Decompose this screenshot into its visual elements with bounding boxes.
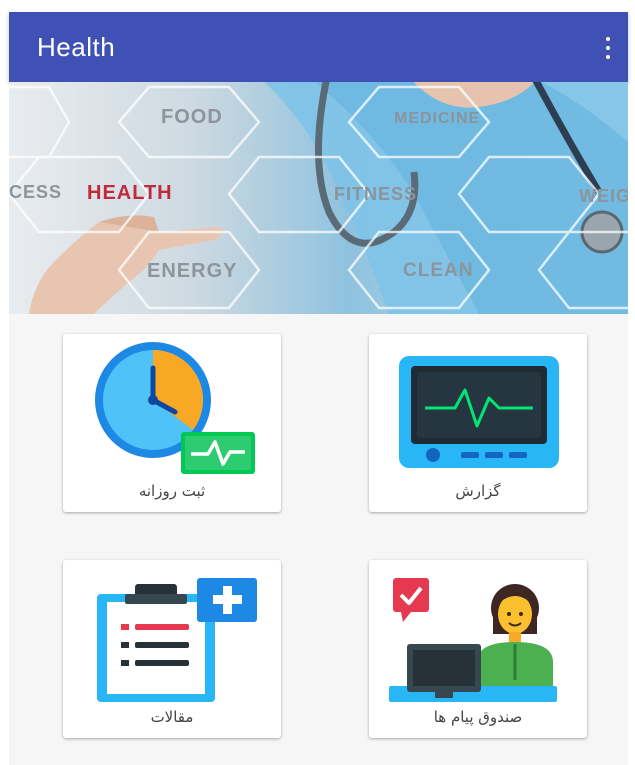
app-title: Health	[37, 32, 116, 62]
inbox-label: صندوق پیام ها	[433, 708, 523, 726]
menu-grid: ثبت روزانه گزارش مقالات صندوق پیام ها	[9, 314, 628, 765]
report-label: گزارش	[455, 482, 501, 500]
daily-log-label: ثبت روزانه	[138, 482, 206, 500]
articles-card[interactable]: مقالات	[63, 560, 281, 738]
app-bar: Health	[9, 12, 628, 82]
banner-word-fitness: FITNESS	[334, 184, 418, 204]
report-card[interactable]: گزارش	[369, 334, 587, 512]
banner-word-clean: CLEAN	[403, 260, 474, 281]
banner-word-food: FOOD	[161, 106, 223, 128]
articles-label: مقالات	[150, 708, 194, 726]
banner-word-weight: WEIG	[579, 186, 628, 206]
banner-word-energy: ENERGY	[147, 260, 238, 282]
banner-word-medicine: MEDICINE	[394, 110, 481, 127]
overflow-menu-icon[interactable]	[602, 36, 614, 60]
daily-log-card[interactable]: ثبت روزانه	[63, 334, 281, 512]
inbox-card[interactable]: صندوق پیام ها	[369, 560, 587, 738]
banner-word-health: HEALTH	[87, 182, 173, 204]
banner-word-success: CESS	[9, 182, 63, 202]
hero-banner: FOOD MEDICINE CESS HEALTH FITNESS WEIG E…	[9, 82, 628, 314]
